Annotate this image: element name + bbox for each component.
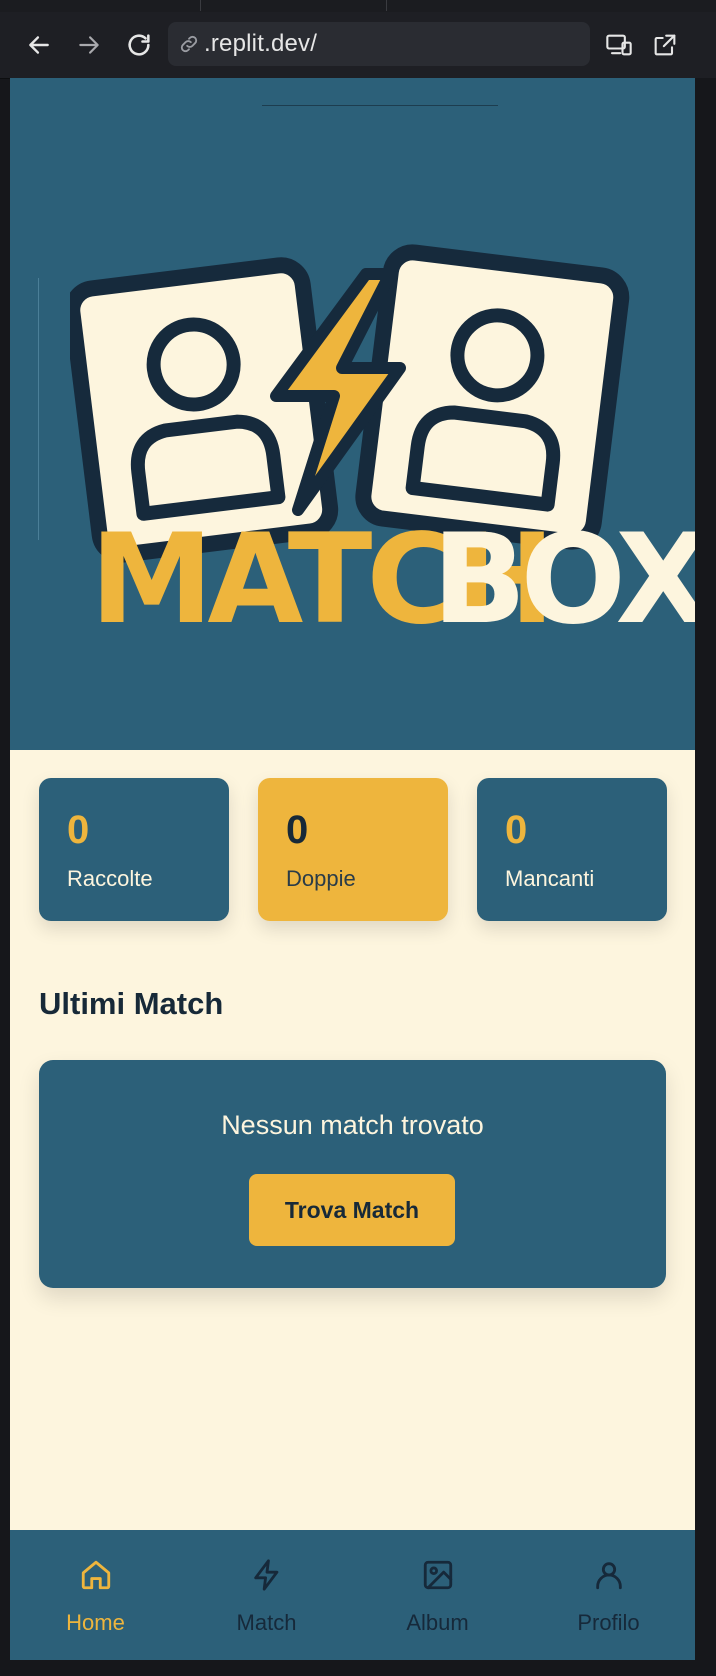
stat-card-raccolte[interactable]: 0 Raccolte [39, 778, 229, 921]
stat-label: Doppie [286, 866, 356, 891]
tab-match[interactable]: Match [181, 1530, 352, 1660]
back-arrow-icon[interactable] [24, 30, 54, 60]
hero-banner: MATCH BOX [10, 78, 695, 750]
empty-state-text: Nessun match trovato [221, 1110, 484, 1140]
recent-matches-card: Nessun match trovato Trova Match [39, 1060, 666, 1288]
stat-label: Mancanti [505, 866, 595, 891]
lightning-icon [181, 1558, 352, 1592]
find-match-button[interactable]: Trova Match [249, 1174, 455, 1246]
reload-icon[interactable] [124, 30, 154, 60]
tab-profilo[interactable]: Profilo [523, 1530, 694, 1660]
url-text: .replit.dev/ [204, 30, 318, 57]
brand-box-text: BOX [432, 508, 695, 652]
tab-label: Home [66, 1610, 125, 1635]
window-edge [695, 78, 716, 1676]
stat-value: 0 [67, 808, 90, 852]
open-external-icon[interactable] [650, 30, 680, 60]
link-icon [178, 33, 200, 55]
brand-wordmark: MATCH BOX [84, 508, 695, 708]
hero-side-line [38, 278, 39, 540]
tab-home[interactable]: Home [10, 1530, 181, 1660]
window-edge-bottom [0, 1660, 716, 1676]
stat-value: 0 [286, 808, 309, 852]
url-bar[interactable]: .replit.dev/ [168, 22, 590, 66]
tab-label: Match [236, 1610, 297, 1635]
device-emulation-icon[interactable] [604, 30, 634, 60]
hero-divider [262, 105, 498, 106]
tab-divider [386, 0, 387, 11]
tab-divider [200, 0, 201, 11]
browser-tab-strip [0, 0, 716, 12]
tab-label: Profilo [577, 1610, 640, 1635]
stat-value: 0 [505, 808, 528, 852]
forward-arrow-icon[interactable] [74, 30, 104, 60]
stat-label: Raccolte [67, 866, 153, 891]
image-icon [352, 1558, 523, 1592]
stats-row: 0 Raccolte 0 Doppie 0 Mancanti [39, 778, 676, 922]
section-title: Ultimi Match [39, 986, 224, 1021]
home-icon [10, 1558, 181, 1592]
app-viewport: MATCH BOX 0 Raccolte 0 Doppie 0 Mancanti… [10, 78, 695, 1660]
stat-card-doppie[interactable]: 0 Doppie [258, 778, 448, 921]
bottom-tab-bar: Home Match Album Profilo [10, 1530, 695, 1660]
tab-album[interactable]: Album [352, 1530, 523, 1660]
browser-toolbar: .replit.dev/ [0, 12, 716, 79]
tab-label: Album [406, 1610, 469, 1635]
user-icon [523, 1558, 694, 1592]
stat-card-mancanti[interactable]: 0 Mancanti [477, 778, 667, 921]
